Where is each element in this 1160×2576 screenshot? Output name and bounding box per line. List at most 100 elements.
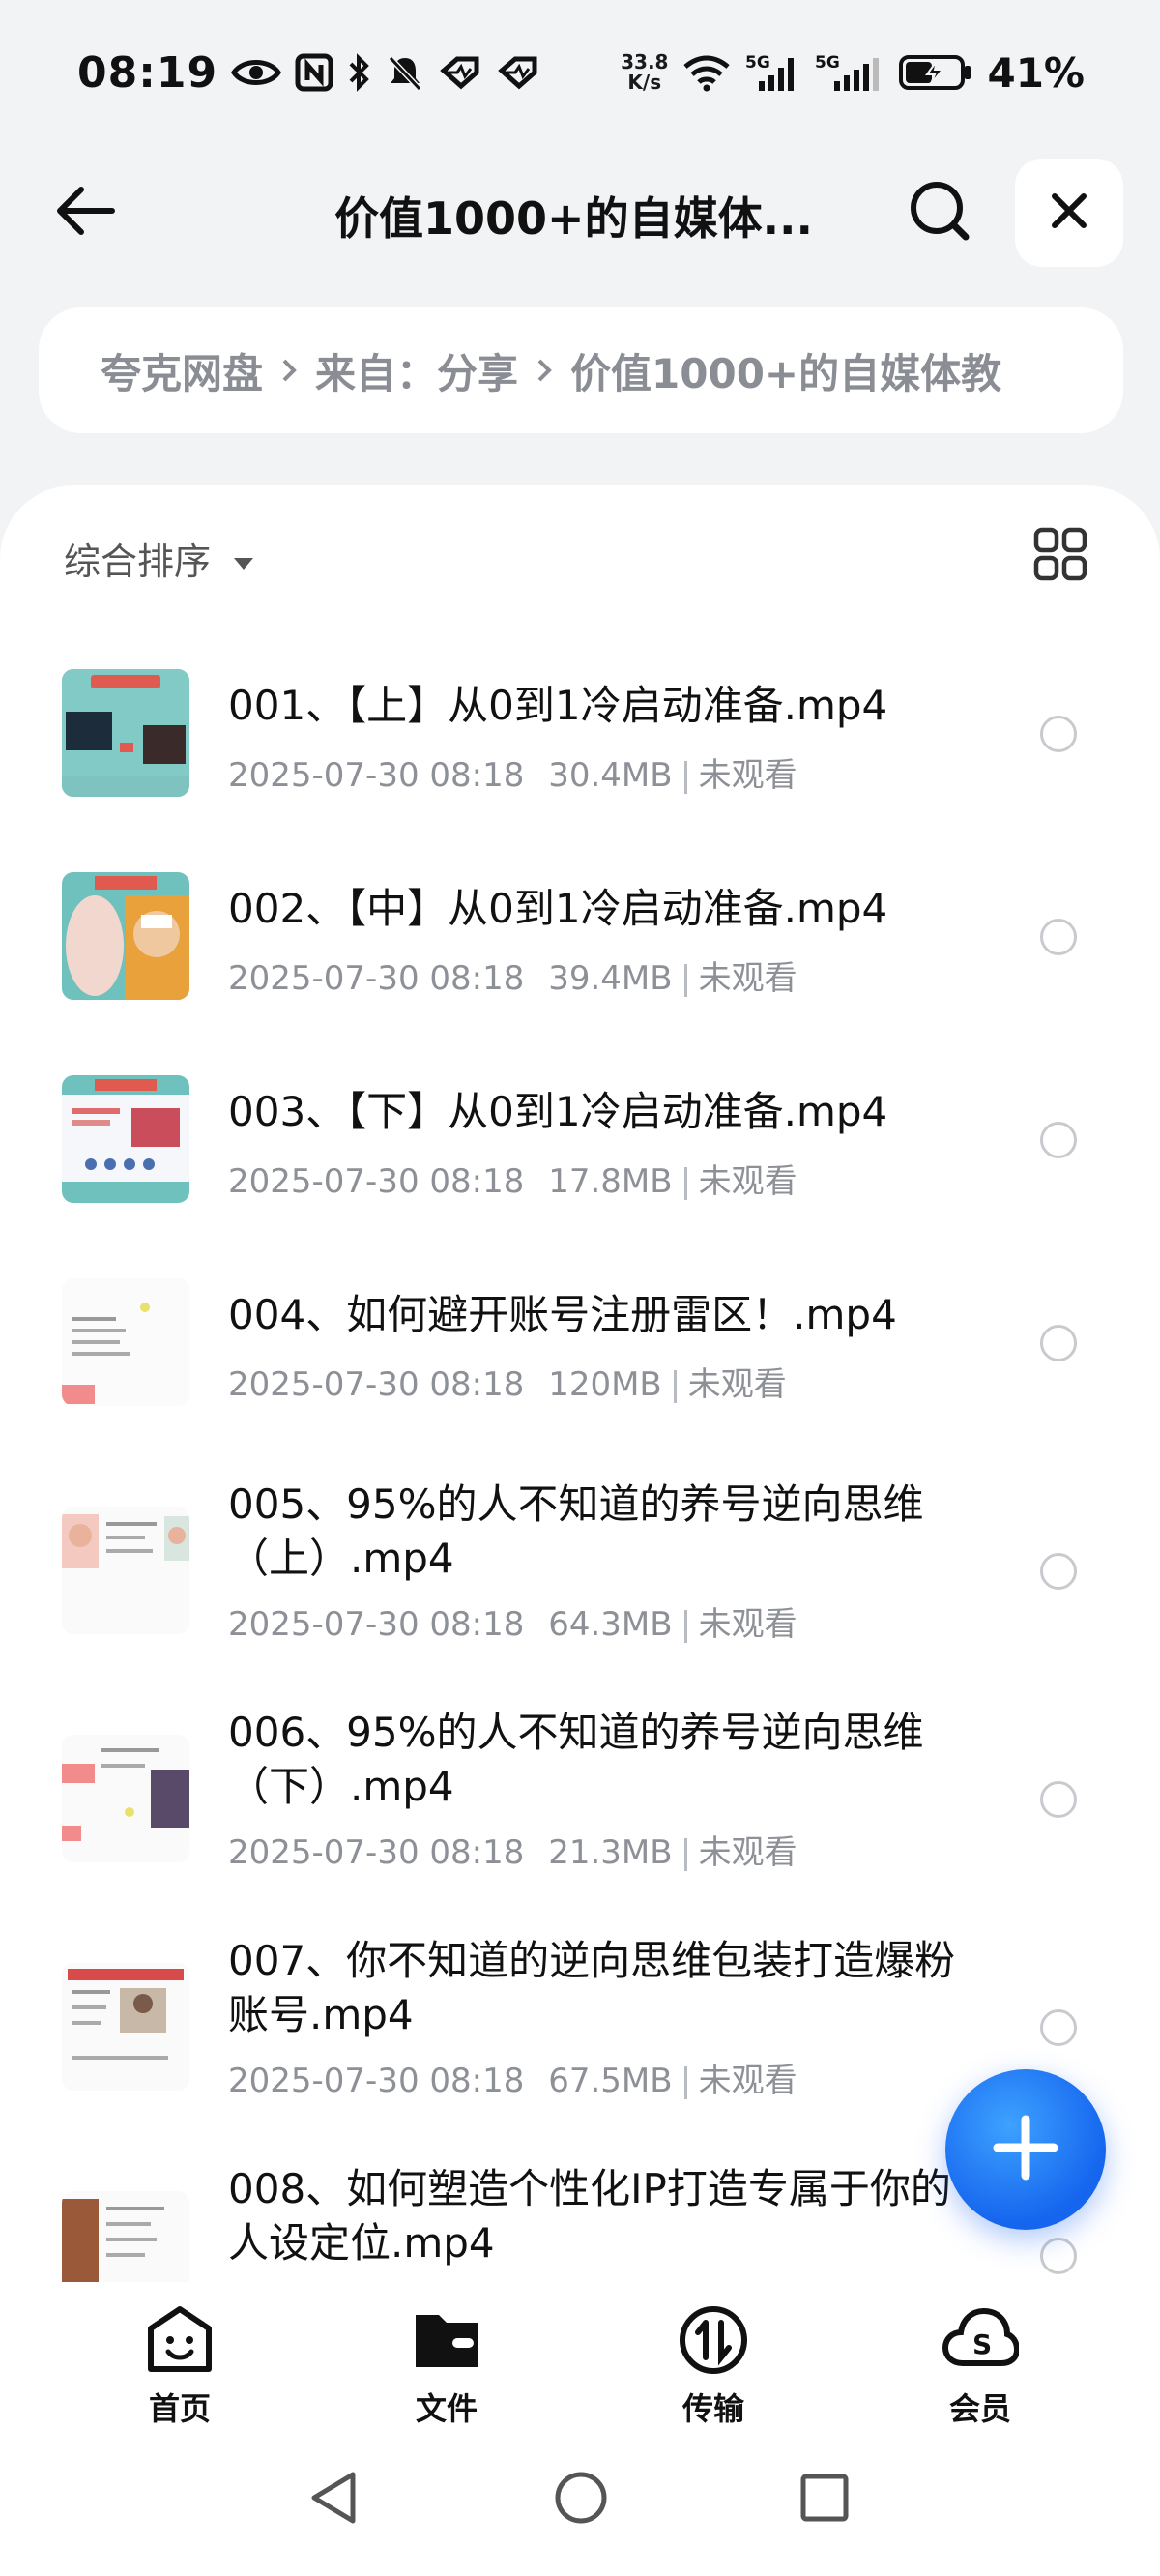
tab-files[interactable]: 文件 — [379, 2305, 514, 2427]
select-radio[interactable] — [1040, 1781, 1077, 1818]
network-speed-value: 33.8 — [621, 50, 669, 73]
mute-icon — [386, 53, 424, 92]
file-row[interactable]: 004、如何避开账号注册雷区！.mp4 2025-07-30 08:18 120… — [0, 1278, 1160, 1472]
add-button[interactable] — [945, 2069, 1106, 2230]
vip-cloud-icon: S — [942, 2305, 1021, 2379]
network-speed-unit: K/s — [627, 71, 662, 94]
grid-view-icon — [1032, 527, 1088, 586]
caret-down-icon — [232, 538, 255, 580]
signal-icon: 5G — [745, 52, 801, 93]
watch-status: 未观看 — [698, 1833, 798, 1872]
select-radio[interactable] — [1040, 2009, 1077, 2046]
file-row[interactable]: 001、【上】从0到1冷启动准备.mp4 2025-07-30 08:18 30… — [0, 669, 1160, 863]
search-icon — [908, 179, 972, 247]
nav-recents-icon — [799, 2473, 850, 2527]
select-radio[interactable] — [1040, 919, 1077, 955]
tab-home[interactable]: 首页 — [112, 2305, 247, 2427]
chevron-right-icon — [280, 357, 298, 384]
nav-home-button[interactable] — [547, 2466, 615, 2533]
select-radio[interactable] — [1040, 716, 1077, 752]
home-smile-icon — [143, 2305, 217, 2379]
file-row[interactable]: 002、【中】从0到1冷启动准备.mp4 2025-07-30 08:18 39… — [0, 872, 1160, 1066]
file-size: 17.8MB — [548, 1162, 673, 1201]
select-radio[interactable] — [1040, 1325, 1077, 1361]
meta-divider — [683, 1837, 687, 1871]
file-date: 2025-07-30 08:18 — [228, 756, 525, 795]
select-radio[interactable] — [1040, 1553, 1077, 1590]
bottom-tab-bar: 首页 文件 传输 S 会员 — [0, 2282, 1160, 2427]
file-date: 2025-07-30 08:18 — [228, 1833, 525, 1872]
file-row[interactable]: 006、95%的人不知道的养号逆向思维（下）.mp4 2025-07-30 08… — [0, 1709, 1160, 1932]
file-size: 64.3MB — [548, 1605, 673, 1644]
file-row[interactable]: 005、95%的人不知道的养号逆向思维（上）.mp4 2025-07-30 08… — [0, 1480, 1160, 1704]
video-thumbnail — [62, 1507, 189, 1634]
file-date: 2025-07-30 08:18 — [228, 1605, 525, 1644]
bluetooth-icon — [347, 53, 372, 92]
file-name: 005、95%的人不知道的养号逆向思维（上）.mp4 — [228, 1480, 924, 1582]
wifi-icon — [682, 53, 732, 92]
svg-text:5G: 5G — [815, 53, 840, 73]
breadcrumb-item-current[interactable]: 价值1000+的自媒体教 — [570, 341, 1001, 400]
file-meta: 2025-07-30 08:18 21.3MB 未观看 — [228, 1826, 798, 1873]
tab-label: 文件 — [415, 2390, 478, 2427]
sort-dropdown[interactable]: 综合排序 — [64, 532, 255, 585]
file-meta: 2025-07-30 08:18 64.3MB 未观看 — [228, 1597, 798, 1645]
status-bar-left: 08:19 — [77, 48, 540, 98]
nav-back-icon — [308, 2471, 359, 2529]
file-meta: 2025-07-30 08:18 39.4MB 未观看 — [228, 951, 798, 999]
breadcrumb-item-share[interactable]: 来自：分享 — [315, 341, 518, 400]
grid-view-button[interactable] — [1032, 526, 1100, 594]
file-name: 002、【中】从0到1冷启动准备.mp4 — [228, 885, 888, 932]
tab-vip[interactable]: S 会员 — [913, 2305, 1048, 2427]
video-thumbnail — [62, 2191, 189, 2294]
select-radio[interactable] — [1040, 1122, 1077, 1158]
file-meta: 2025-07-30 08:18 67.5MB 未观看 — [228, 2054, 798, 2101]
nav-back-button[interactable] — [300, 2466, 367, 2533]
transfer-icon — [677, 2305, 750, 2379]
video-thumbnail — [62, 1075, 189, 1203]
signal-icon: 5G — [815, 52, 884, 93]
file-date: 2025-07-30 08:18 — [228, 1365, 525, 1404]
search-button[interactable] — [905, 178, 974, 248]
status-bar: 08:19 33.8 K/s 5G 5G 41% — [0, 0, 1160, 145]
meta-divider — [683, 1166, 687, 1200]
file-row[interactable]: 003、【下】从0到1冷启动准备.mp4 2025-07-30 08:18 17… — [0, 1075, 1160, 1269]
file-name: 008、如何塑造个性化IP打造专属于你的人设定位.mp4 — [228, 2165, 951, 2267]
page-title: 价值1000+的自媒体... — [334, 192, 813, 242]
nfc-icon — [295, 53, 334, 92]
tab-label: 首页 — [148, 2390, 211, 2427]
file-list-panel: 综合排序 001、【上】从0到1冷启动准备.mp4 2025-07-30 08:… — [0, 485, 1160, 2294]
close-icon — [1050, 191, 1088, 234]
meta-divider — [683, 1609, 687, 1643]
network-speed: 33.8 K/s — [621, 52, 668, 93]
breadcrumb-item-root[interactable]: 夸克网盘 — [101, 341, 263, 400]
heart-pulse-icon — [496, 55, 540, 90]
file-name: 006、95%的人不知道的养号逆向思维（下）.mp4 — [228, 1709, 924, 1810]
file-meta: 2025-07-30 08:18 120MB 未观看 — [228, 1358, 787, 1405]
file-name: 004、如何避开账号注册雷区！.mp4 — [228, 1291, 897, 1338]
svg-text:S: S — [972, 2328, 992, 2360]
back-button[interactable] — [50, 182, 120, 244]
status-bar-right: 33.8 K/s 5G 5G 41% — [621, 49, 1085, 97]
video-thumbnail — [62, 1735, 189, 1862]
video-thumbnail — [62, 872, 189, 1000]
file-date: 2025-07-30 08:18 — [228, 2062, 525, 2100]
watch-status: 未观看 — [698, 1162, 798, 1201]
video-thumbnail — [62, 1278, 189, 1406]
select-radio[interactable] — [1040, 2238, 1077, 2274]
battery-percentage: 41% — [987, 48, 1085, 97]
file-size: 67.5MB — [548, 2062, 673, 2100]
plus-icon — [992, 2114, 1059, 2185]
tab-label: 会员 — [948, 2390, 1011, 2427]
status-time: 08:19 — [77, 47, 218, 98]
file-name: 001、【上】从0到1冷启动准备.mp4 — [228, 682, 888, 729]
video-thumbnail — [62, 1963, 189, 2091]
heart-pulse-icon — [438, 55, 482, 90]
file-date: 2025-07-30 08:18 — [228, 1162, 525, 1201]
back-arrow-icon — [54, 186, 116, 240]
tab-transfer[interactable]: 传输 — [646, 2305, 781, 2427]
watch-status: 未观看 — [698, 959, 798, 998]
folder-icon — [410, 2305, 483, 2379]
nav-recents-button[interactable] — [791, 2466, 858, 2533]
close-button[interactable] — [1015, 159, 1123, 267]
